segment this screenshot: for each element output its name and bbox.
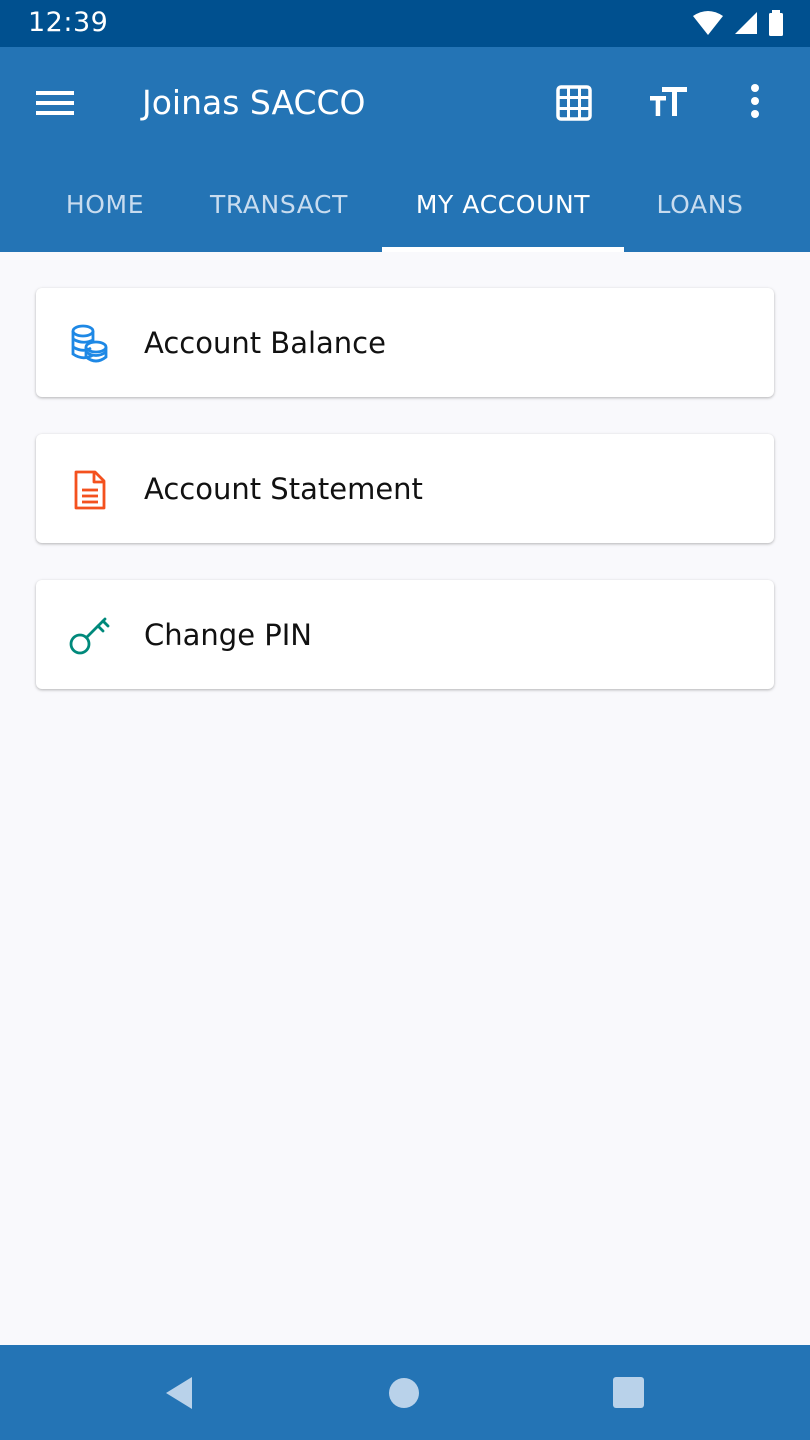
home-icon[interactable] (389, 1378, 419, 1408)
account-balance-label: Account Balance (144, 326, 386, 360)
status-bar: 12:39 (0, 0, 810, 47)
signal-icon (735, 12, 757, 34)
change-pin-card[interactable]: Change PIN (36, 580, 774, 689)
account-statement-label: Account Statement (144, 472, 423, 506)
document-icon (74, 470, 106, 510)
account-balance-card[interactable]: Account Balance (36, 288, 774, 397)
back-icon[interactable] (163, 1375, 195, 1411)
tab-loans[interactable]: LOANS (630, 177, 770, 252)
text-size-icon[interactable] (650, 87, 688, 117)
tab-indicator (382, 247, 624, 252)
change-pin-label: Change PIN (144, 618, 312, 652)
recent-apps-icon[interactable] (613, 1377, 644, 1408)
wifi-icon (693, 11, 723, 35)
tab-my-account[interactable]: MY ACCOUNT (382, 177, 624, 252)
key-icon (69, 617, 110, 655)
status-icons (692, 10, 784, 36)
more-vert-icon[interactable] (748, 83, 762, 119)
battery-icon (769, 10, 783, 36)
tab-bar: HOME TRANSACT MY ACCOUNT LOANS (0, 177, 810, 252)
menu-icon[interactable] (36, 87, 74, 119)
account-statement-card[interactable]: Account Statement (36, 434, 774, 543)
status-time: 12:39 (28, 7, 109, 38)
tab-transact[interactable]: TRANSACT (190, 177, 368, 252)
tab-home[interactable]: HOME (30, 177, 180, 252)
navigation-bar (0, 1345, 810, 1440)
coins-icon (71, 324, 108, 363)
app-title: Joinas SACCO (142, 83, 366, 122)
app-bar: Joinas SACCO HOME TRANSACT MY ACCOUNT LO… (0, 47, 810, 252)
grid-icon[interactable] (556, 85, 592, 121)
